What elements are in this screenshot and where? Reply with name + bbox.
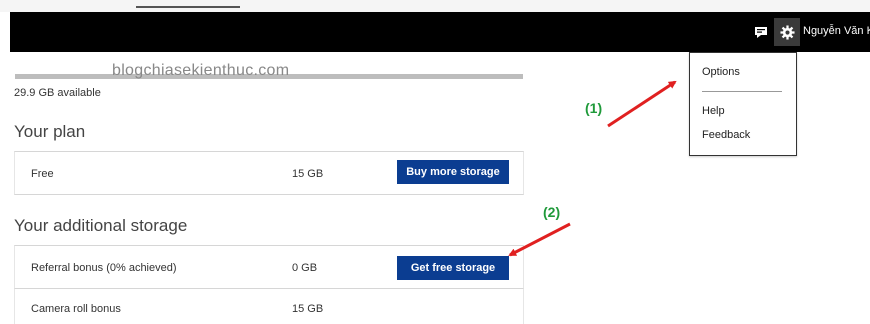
- menu-item-feedback[interactable]: Feedback: [702, 129, 750, 141]
- referral-bonus-label: Referral bonus (0% achieved): [31, 262, 177, 274]
- annotation-label-1: (1): [585, 100, 603, 116]
- annotation-label-2: (2): [543, 204, 561, 220]
- get-free-storage-button[interactable]: Get free storage: [397, 256, 509, 280]
- gear-icon: [779, 24, 795, 40]
- menu-item-help[interactable]: Help: [702, 105, 725, 117]
- plan-row: Free 15 GB Buy more storage: [14, 151, 524, 195]
- tab-indicator: [136, 6, 240, 8]
- watermark: blogchiasekienthuc.com: [112, 62, 290, 79]
- settings-dropdown-menu: Options Help Feedback: [689, 52, 797, 156]
- referral-bonus-size: 0 GB: [292, 262, 318, 274]
- browser-top-strip: [0, 0, 870, 12]
- user-name[interactable]: Nguyễn Văn Kiê: [803, 25, 870, 37]
- additional-storage-title: Your additional storage: [14, 216, 188, 235]
- feedback-icon: [755, 26, 767, 38]
- menu-separator: [702, 91, 782, 92]
- referral-bonus-row: Referral bonus (0% achieved) 0 GB Get fr…: [14, 245, 524, 289]
- camera-roll-bonus-row: Camera roll bonus 15 GB: [14, 288, 524, 324]
- settings-button[interactable]: [774, 18, 800, 46]
- plan-label: Free: [31, 168, 54, 180]
- plan-section-title: Your plan: [14, 122, 86, 141]
- plan-size: 15 GB: [292, 168, 324, 180]
- menu-item-options[interactable]: Options: [702, 66, 740, 78]
- camera-roll-bonus-size: 15 GB: [292, 303, 324, 315]
- top-bar: Nguyễn Văn Kiê: [10, 12, 870, 52]
- annotation-arrow-1: [607, 80, 677, 128]
- storage-available: 29.9 GB available: [14, 87, 101, 99]
- feedback-button[interactable]: [750, 21, 772, 43]
- buy-more-storage-button[interactable]: Buy more storage: [397, 160, 509, 184]
- camera-roll-bonus-label: Camera roll bonus: [31, 303, 121, 315]
